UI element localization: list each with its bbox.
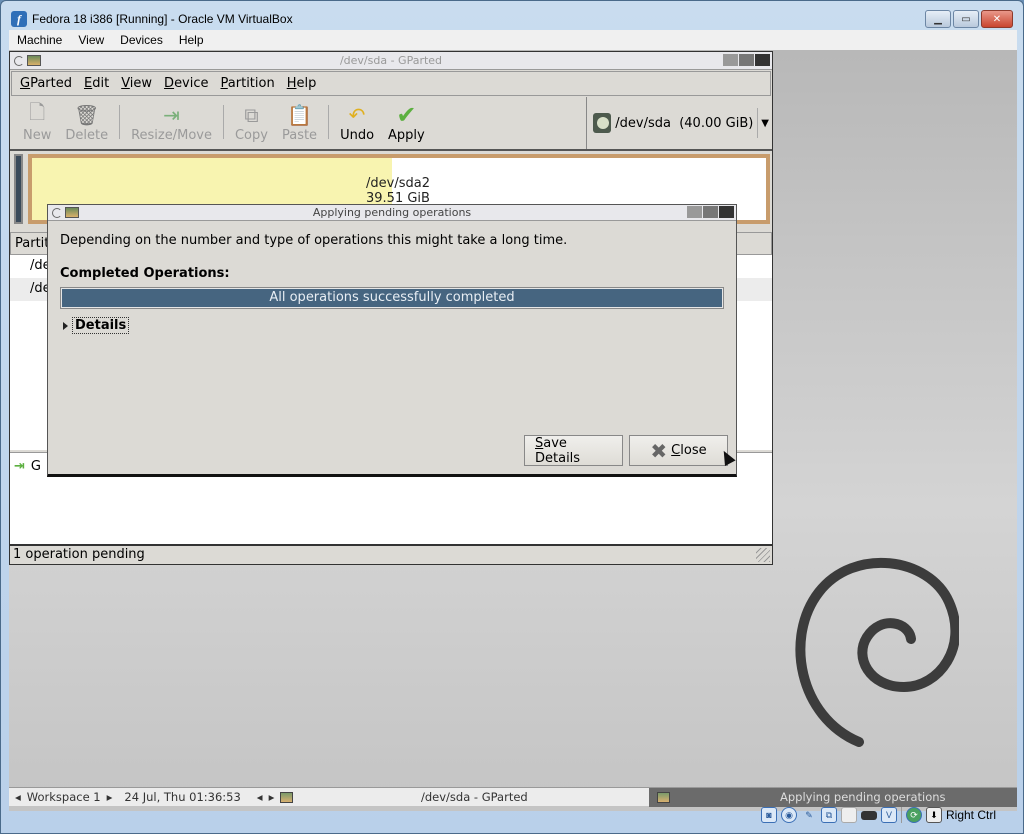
- expand-triangle-icon: [63, 321, 68, 330]
- close-button[interactable]: [755, 54, 770, 66]
- maximize-button[interactable]: [739, 54, 754, 66]
- status-text: 1 operation pending: [13, 547, 145, 562]
- usb-icon[interactable]: ✎: [801, 807, 817, 823]
- dialog-titlebar: Applying pending operations: [48, 205, 736, 221]
- applying-operations-dialog: Applying pending operations Depending on…: [47, 204, 737, 477]
- menu-gparted[interactable]: GParted: [14, 76, 78, 91]
- status-bar: 1 operation pending: [10, 544, 772, 564]
- dialog-title: Applying pending operations: [312, 206, 472, 219]
- host-key-icon[interactable]: ⬇: [926, 807, 942, 823]
- close-button[interactable]: ✖ Close: [629, 435, 728, 466]
- completed-operations-label: Completed Operations:: [60, 266, 230, 281]
- maximize-button[interactable]: [703, 206, 718, 218]
- progress-fill: All operations successfully completed: [62, 289, 722, 307]
- gparted-app-icon: [280, 791, 294, 803]
- undo-arrow-icon: ↶: [348, 103, 366, 127]
- device-selector[interactable]: /dev/sda (40.00 GiB) ▼: [586, 97, 772, 149]
- menu-devices[interactable]: Devices: [112, 33, 171, 47]
- guest-screen: /dev/sda - GParted GParted Edit View Dev…: [9, 50, 1017, 811]
- new-button[interactable]: 🗋 New: [16, 100, 58, 143]
- virtualbox-menubar: Machine View Devices Help: [9, 30, 1017, 50]
- close-window-button[interactable]: ✕: [981, 10, 1013, 28]
- apply-button[interactable]: ✔ Apply: [381, 101, 432, 143]
- gparted-title: /dev/sda - GParted: [339, 54, 443, 67]
- next-task-icon[interactable]: ▸: [269, 790, 275, 804]
- minimize-button[interactable]: [687, 206, 702, 218]
- delete-button[interactable]: 🗑 Delete: [58, 102, 115, 143]
- workspace-label: Workspace 1: [26, 790, 101, 804]
- menu-view[interactable]: View: [70, 33, 112, 47]
- menu-device[interactable]: Device: [158, 76, 214, 91]
- menu-view[interactable]: View: [115, 76, 158, 91]
- status-separator: [901, 807, 902, 823]
- device-label: /dev/sda (40.00 GiB): [615, 115, 754, 131]
- virtualbox-status-bar: ◙ ◉ ✎ ⧉ V ⟳ ⬇ Right Ctrl: [761, 807, 996, 823]
- prev-task-icon[interactable]: ◂: [257, 790, 263, 804]
- menu-machine[interactable]: Machine: [9, 33, 70, 47]
- toolbar-separator: [328, 105, 330, 139]
- new-file-icon: 🗋: [29, 100, 46, 124]
- shared-folder-icon[interactable]: [841, 807, 857, 823]
- hard-disk-icon[interactable]: ◙: [761, 807, 777, 823]
- menu-help[interactable]: Help: [171, 33, 212, 47]
- prev-workspace-icon[interactable]: ◂: [15, 790, 21, 804]
- maximize-button[interactable]: ▭: [953, 10, 979, 28]
- host-key-label: Right Ctrl: [946, 808, 997, 822]
- gparted-app-icon: [657, 791, 670, 803]
- menu-partition[interactable]: Partition: [215, 76, 281, 91]
- resize-move-button[interactable]: ⇥ Resize/Move: [124, 102, 219, 143]
- virtualbox-window: f Fedora 18 i386 [Running] - Oracle VM V…: [0, 0, 1024, 834]
- unallocated-space-block[interactable]: [14, 154, 23, 224]
- save-details-button[interactable]: Save Details: [524, 435, 623, 466]
- close-x-icon: ✖: [650, 438, 668, 463]
- undo-button[interactable]: ↶ Undo: [333, 102, 381, 143]
- minimize-button[interactable]: ▁: [925, 10, 951, 28]
- toolbar-separator: [119, 105, 121, 139]
- trash-icon: 🗑: [74, 103, 100, 127]
- close-button[interactable]: [719, 206, 734, 218]
- progress-bar: All operations successfully completed: [60, 287, 724, 309]
- partition-name: /dev/sda2: [366, 176, 430, 191]
- debian-swirl-logo: [795, 557, 959, 747]
- dialog-message: Depending on the number and type of oper…: [60, 233, 568, 248]
- task-gparted[interactable]: /dev/sda - GParted: [421, 790, 528, 804]
- fedora-icon: f: [11, 11, 27, 27]
- dropdown-arrow-icon[interactable]: ▼: [757, 108, 772, 138]
- virtualization-icon[interactable]: V: [881, 807, 897, 823]
- details-expander[interactable]: Details: [60, 317, 724, 334]
- resize-grip[interactable]: [756, 548, 770, 562]
- checkmark-icon: ✔: [396, 101, 417, 129]
- window-title: Fedora 18 i386 [Running] - Oracle VM Vir…: [32, 12, 293, 26]
- gparted-menubar: GParted Edit View Device Partition Help: [11, 71, 771, 96]
- menu-help[interactable]: Help: [281, 76, 323, 91]
- paste-icon: 📋: [287, 103, 312, 127]
- resize-arrow-icon: ⇥: [14, 459, 25, 474]
- task-applying-operations[interactable]: Applying pending operations: [649, 787, 1017, 807]
- next-workspace-icon[interactable]: ▸: [107, 790, 113, 804]
- copy-icon: ⧉: [244, 103, 259, 127]
- gparted-titlebar: /dev/sda - GParted: [10, 52, 772, 70]
- gparted-toolbar: 🗋 New 🗑 Delete ⇥ Resize/Move ⧉ Copy 📋 Paste ↶…: [10, 97, 772, 151]
- copy-button[interactable]: ⧉ Copy: [228, 102, 275, 143]
- virtualbox-titlebar: f Fedora 18 i386 [Running] - Oracle VM V…: [11, 9, 293, 29]
- clock: 24 Jul, Thu 01:36:53: [124, 790, 241, 804]
- resize-arrow-icon: ⇥: [163, 103, 180, 127]
- hard-disk-icon: [593, 113, 612, 133]
- minimize-button[interactable]: [723, 54, 738, 66]
- toolbar-separator: [222, 105, 224, 139]
- paste-button[interactable]: 📋 Paste: [275, 102, 324, 143]
- optical-drive-icon[interactable]: ◉: [781, 807, 797, 823]
- network-icon[interactable]: ⧉: [821, 807, 837, 823]
- guest-taskbar: ◂ Workspace 1 ▸ 24 Jul, Thu 01:36:53 ◂ ▸…: [9, 787, 1017, 807]
- video-capture-icon[interactable]: [861, 810, 877, 820]
- mouse-integration-icon[interactable]: ⟳: [906, 807, 922, 823]
- menu-edit[interactable]: Edit: [78, 76, 115, 91]
